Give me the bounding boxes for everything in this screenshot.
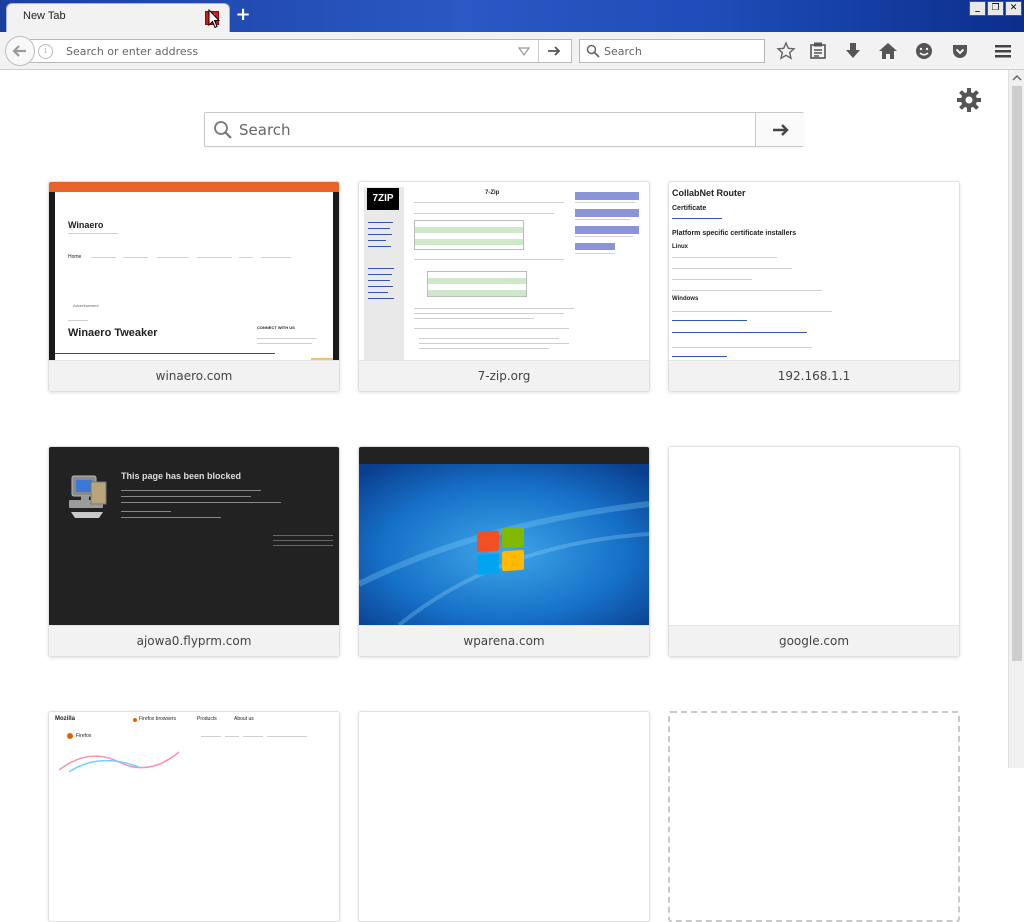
new-tab-button[interactable]: + xyxy=(233,5,253,25)
gear-icon[interactable] xyxy=(956,87,982,113)
go-arrow-icon xyxy=(773,124,789,136)
new-tab-page: Winaero Home Advertisement Winaero Tweak… xyxy=(0,71,1008,922)
scroll-up-icon[interactable] xyxy=(1009,70,1024,86)
tab-new-tab[interactable]: New Tab × xyxy=(6,3,230,32)
thumb-router-h4: Windows xyxy=(672,296,699,302)
search-input[interactable] xyxy=(604,43,760,60)
minimize-button[interactable]: _ xyxy=(969,1,986,16)
newtab-search-go-button[interactable] xyxy=(755,113,804,146)
navigation-toolbar: i xyxy=(0,32,1024,70)
tile-thumbnail: Mozilla Firefox browsers Products About … xyxy=(49,712,339,890)
url-input[interactable] xyxy=(66,43,506,60)
tab-title: New Tab xyxy=(23,10,66,22)
tile-label: winaero.com xyxy=(49,360,339,391)
tile-thumbnail xyxy=(669,447,959,625)
thumb-mozilla-nav3: About us xyxy=(234,716,254,722)
url-bar[interactable]: i xyxy=(30,39,572,63)
dropdown-icon[interactable] xyxy=(518,45,530,57)
tile-thumbnail xyxy=(359,712,649,890)
windows-wallpaper-image xyxy=(359,464,649,625)
newtab-search-box[interactable] xyxy=(204,112,804,147)
empty-tile-placeholder xyxy=(668,711,960,922)
search-bar[interactable] xyxy=(579,39,765,63)
thumb-router-title: CollabNet Router xyxy=(672,188,746,198)
thumb-ad-label: Advertisement xyxy=(73,303,99,308)
window-controls: _ ❐ ✕ xyxy=(969,1,1022,16)
thumb-mozilla-nav2: Products xyxy=(197,716,217,722)
hello-icon[interactable] xyxy=(914,41,934,61)
thumb-7zip-logo: 7ZIP xyxy=(367,188,399,210)
top-site-tile-7zip[interactable]: 7ZIP 7-Zip 7-zip.org xyxy=(358,181,650,392)
download-icon[interactable] xyxy=(843,41,863,61)
thumb-router-h2: Platform specific certificate installers xyxy=(672,230,797,237)
thumb-router-h1: Certificate xyxy=(672,205,707,212)
reading-list-icon[interactable] xyxy=(808,41,828,61)
top-site-tile-wparena[interactable]: wparena.com xyxy=(358,446,650,657)
tile-thumbnail: CollabNet Router Certificate Platform sp… xyxy=(669,182,959,360)
thumb-router-h3: Linux xyxy=(672,244,688,250)
info-icon[interactable]: i xyxy=(38,44,53,59)
top-site-tile-blank[interactable] xyxy=(358,711,650,922)
tile-label: ajowa0.flyprm.com xyxy=(49,625,339,656)
thumb-blocked-title: This page has been blocked xyxy=(121,471,242,481)
computer-icon xyxy=(69,475,107,518)
home-icon[interactable] xyxy=(878,41,898,61)
thumb-site-title: Winaero xyxy=(68,220,104,230)
scroll-thumb[interactable] xyxy=(1012,86,1022,661)
tile-label: 192.168.1.1 xyxy=(669,360,959,391)
tile-thumbnail: 7ZIP 7-Zip xyxy=(359,182,649,360)
search-icon xyxy=(586,44,600,58)
tile-label: wparena.com xyxy=(359,625,649,656)
top-site-tile-router[interactable]: CollabNet Router Certificate Platform sp… xyxy=(668,181,960,392)
back-button[interactable] xyxy=(5,36,35,66)
menu-icon[interactable] xyxy=(993,41,1013,61)
mouse-cursor-icon xyxy=(208,9,220,29)
tile-label: google.com xyxy=(669,625,959,656)
title-bar: New Tab × + _ ❐ ✕ xyxy=(0,0,1024,32)
top-site-tile-blocked[interactable]: This page has been blocked ajowa0.flyprm… xyxy=(48,446,340,657)
vertical-scrollbar[interactable] xyxy=(1008,70,1024,768)
thumb-7zip-title: 7-Zip xyxy=(485,190,500,196)
thumb-mozilla-firefox: Firefox xyxy=(76,733,92,739)
newtab-search-input[interactable] xyxy=(239,120,739,140)
pocket-icon[interactable] xyxy=(950,41,970,61)
top-site-tile-winaero[interactable]: Winaero Home Advertisement Winaero Tweak… xyxy=(48,181,340,392)
tile-thumbnail: This page has been blocked xyxy=(49,447,339,625)
tile-thumbnail: Winaero Home Advertisement Winaero Tweak… xyxy=(49,182,339,360)
go-arrow-icon[interactable] xyxy=(546,43,562,59)
back-icon xyxy=(12,45,26,57)
thumb-mozilla-brand: Mozilla xyxy=(55,716,76,722)
thumb-mozilla-nav1: Firefox browsers xyxy=(139,716,176,722)
tile-label: 7-zip.org xyxy=(359,360,649,391)
top-site-tile-google[interactable]: google.com xyxy=(668,446,960,657)
bookmark-star-icon[interactable] xyxy=(776,41,796,61)
restore-button[interactable]: ❐ xyxy=(987,1,1004,16)
url-separator xyxy=(538,40,539,62)
thumb-connect: CONNECT WITH US xyxy=(257,325,295,330)
thumb-nav-home: Home xyxy=(68,254,82,260)
close-window-button[interactable]: ✕ xyxy=(1005,1,1022,16)
tile-thumbnail xyxy=(359,447,649,625)
search-icon xyxy=(214,121,232,139)
thumb-headline: Winaero Tweaker xyxy=(68,327,158,339)
top-site-tile-mozilla[interactable]: Mozilla Firefox browsers Products About … xyxy=(48,711,340,922)
